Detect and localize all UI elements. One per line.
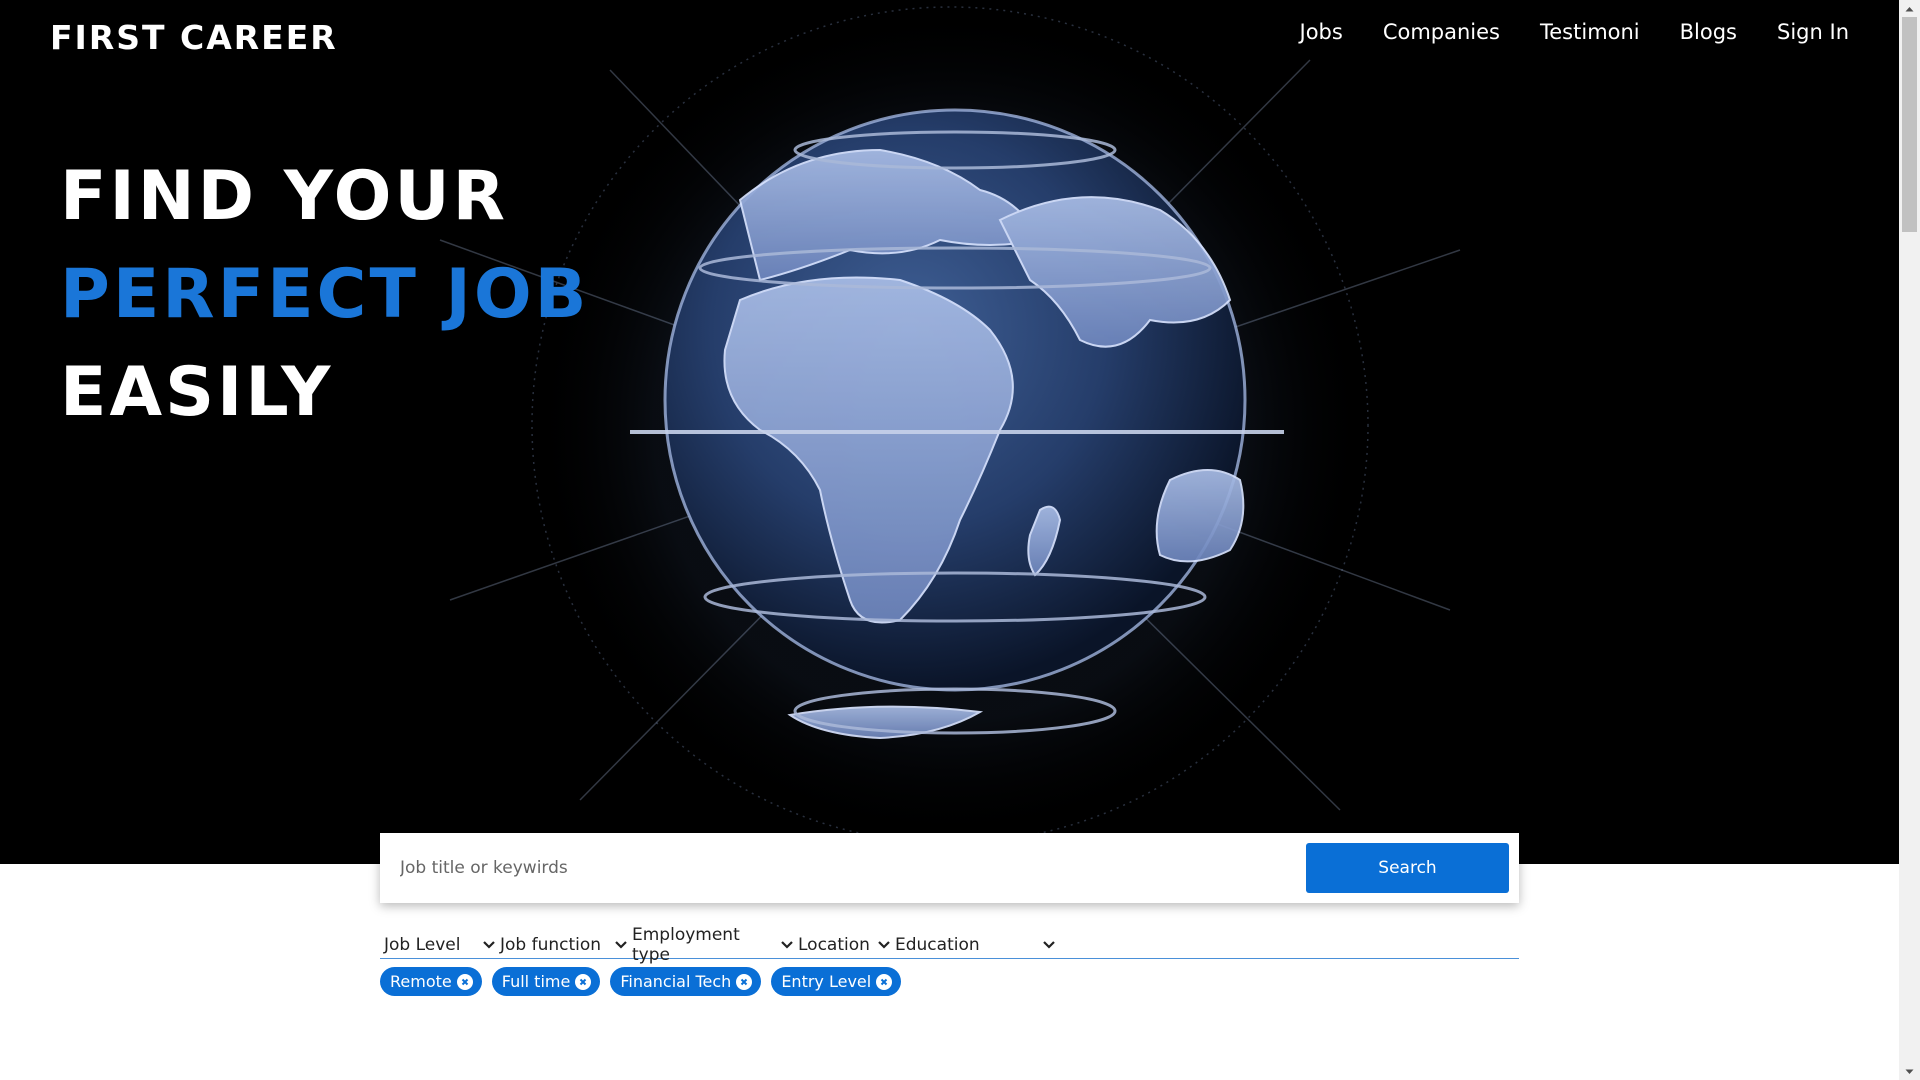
vertical-scrollbar[interactable] (1899, 0, 1920, 1080)
chip-financial-tech: Financial Tech (610, 967, 762, 996)
filter-label: Location (798, 935, 870, 955)
filter-employment-type[interactable]: Employment type (628, 925, 794, 965)
close-icon[interactable] (575, 973, 592, 990)
chip-label: Entry Level (781, 972, 872, 991)
filter-label: Job function (500, 935, 602, 955)
hero-line-1: FIND YOUR (60, 157, 508, 236)
chevron-down-icon (614, 940, 628, 950)
nav-testimoni-link[interactable]: Testimoni (1540, 20, 1640, 44)
filter-bar: Job Level Job function Employment type L… (380, 925, 1519, 965)
filter-label: Education (895, 935, 980, 955)
hero-headline: FIND YOUR PERFECT JOB EASILY (60, 148, 589, 442)
brand-logo[interactable]: FIRST CAREER (50, 18, 338, 57)
hero-line-2: PERFECT JOB (60, 255, 590, 334)
search-input[interactable] (398, 843, 1306, 893)
filter-label: Job Level (384, 935, 461, 955)
nav-jobs-link[interactable]: Jobs (1300, 20, 1343, 44)
filter-location[interactable]: Location (794, 933, 891, 957)
chevron-down-icon (482, 940, 496, 950)
chip-full-time: Full time (491, 967, 601, 996)
close-icon[interactable] (876, 973, 893, 990)
active-filter-chips: Remote Full time Financial Tech Entry Le… (380, 967, 902, 996)
chevron-down-icon (877, 940, 891, 950)
chip-label: Full time (501, 972, 571, 991)
chip-remote: Remote (380, 967, 482, 996)
hero-section: FIRST CAREER Jobs Companies Testimoni Bl… (0, 0, 1899, 864)
search-bar: Search (380, 833, 1519, 903)
chip-entry-level: Entry Level (771, 967, 902, 996)
chevron-down-icon (780, 940, 794, 950)
nav-blogs-link[interactable]: Blogs (1680, 20, 1737, 44)
scrollbar-thumb[interactable] (1902, 17, 1917, 232)
hero-line-3: EASILY (60, 353, 334, 432)
scroll-up-icon[interactable] (1899, 0, 1920, 17)
chip-label: Financial Tech (620, 972, 732, 991)
filter-job-level[interactable]: Job Level (380, 933, 496, 957)
chevron-down-icon (1042, 940, 1056, 950)
nav-sign-in-link[interactable]: Sign In (1777, 20, 1849, 44)
nav-companies-link[interactable]: Companies (1383, 20, 1500, 44)
close-icon[interactable] (456, 973, 473, 990)
page: FIRST CAREER Jobs Companies Testimoni Bl… (0, 0, 1920, 1080)
search-button[interactable]: Search (1306, 843, 1509, 893)
scroll-down-icon[interactable] (1899, 1063, 1920, 1080)
close-icon[interactable] (736, 973, 753, 990)
filter-education[interactable]: Education (891, 933, 1056, 957)
filter-job-function[interactable]: Job function (496, 933, 628, 957)
main-nav: Jobs Companies Testimoni Blogs Sign In (1300, 20, 1849, 44)
chip-label: Remote (390, 972, 452, 991)
filter-label: Employment type (632, 925, 740, 965)
